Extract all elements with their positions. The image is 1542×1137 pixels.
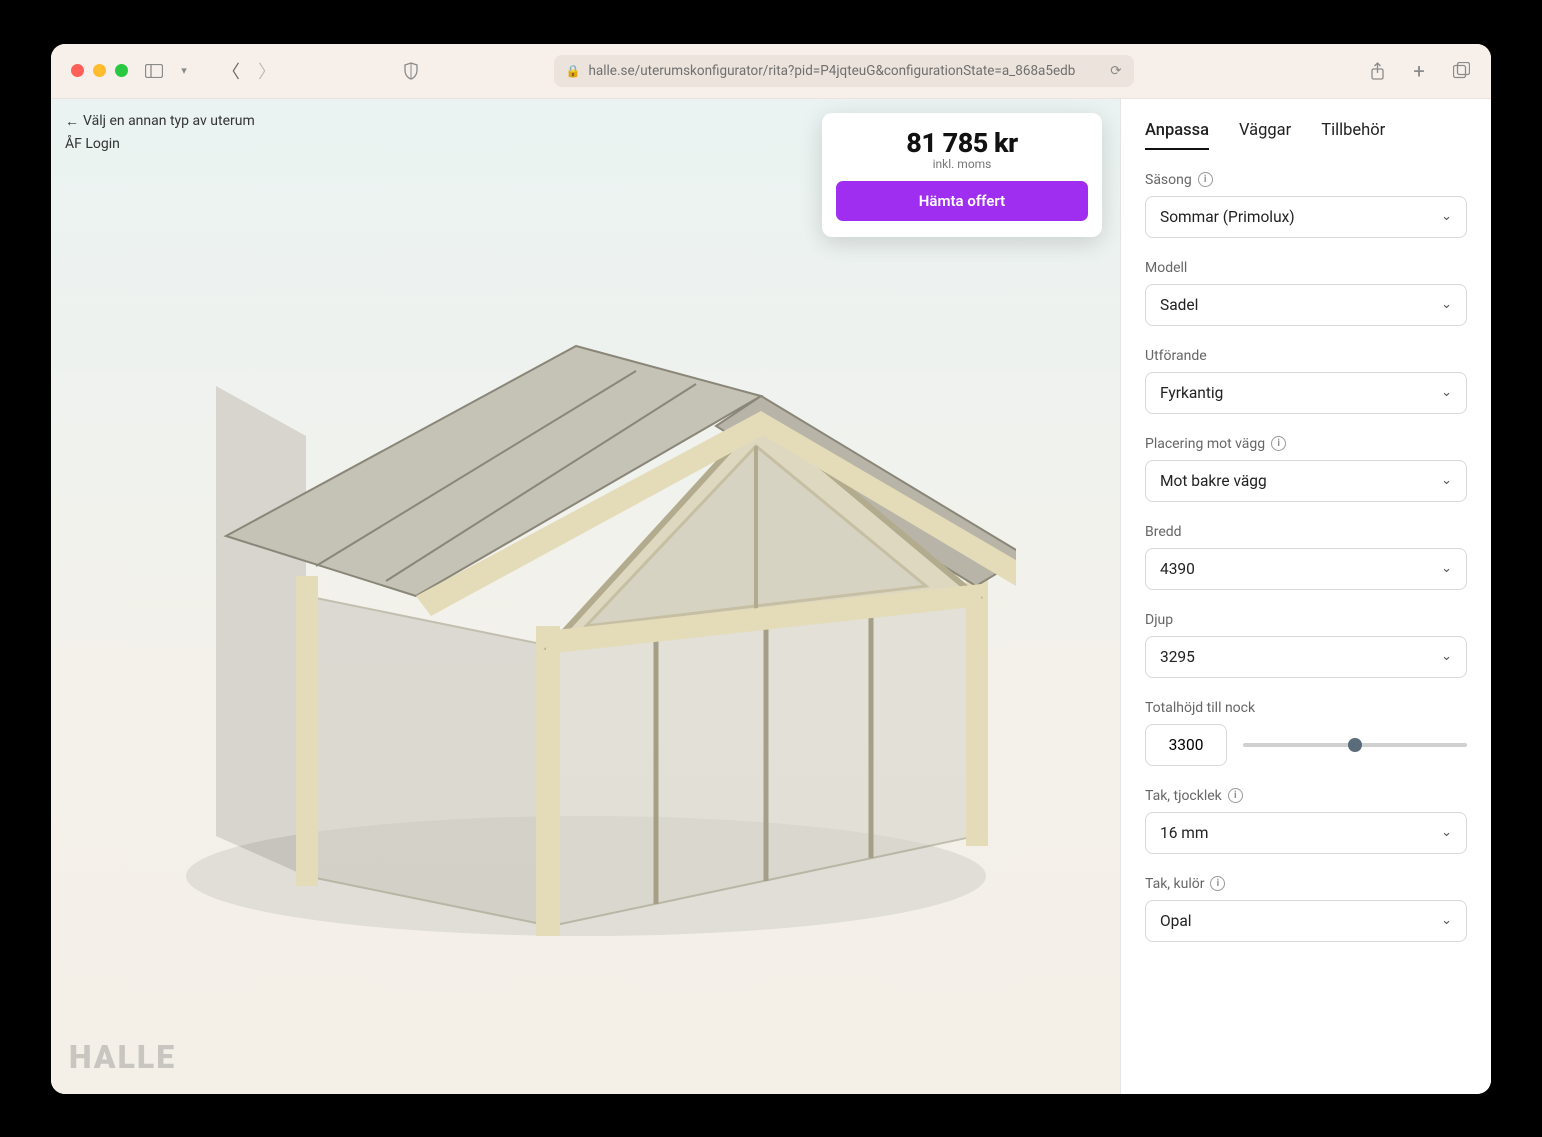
info-icon[interactable]: i xyxy=(1271,436,1286,451)
brand-logo: HALLE xyxy=(69,1038,176,1076)
roof-thickness-value: 16 mm xyxy=(1160,824,1208,842)
viewer-top-links: ← Välj en annan typ av uterum ÅF Login xyxy=(65,113,255,152)
url-text: halle.se/uterumskonfigurator/rita?pid=P4… xyxy=(588,63,1102,79)
season-select[interactable]: Sommar (Primolux) ⌄ xyxy=(1145,196,1467,238)
slider-thumb[interactable] xyxy=(1348,738,1362,752)
url-bar[interactable]: 🔒 halle.se/uterumskonfigurator/rita?pid=… xyxy=(554,55,1134,87)
placement-value: Mot bakre vägg xyxy=(1160,472,1267,490)
chevron-down-icon: ⌄ xyxy=(1441,561,1452,576)
width-select[interactable]: 4390 ⌄ xyxy=(1145,548,1467,590)
shield-icon[interactable] xyxy=(401,61,421,81)
chevron-down-icon[interactable]: ▾ xyxy=(174,61,194,81)
season-label: Säsong xyxy=(1145,172,1192,188)
field-design: Utförande Fyrkantig ⌄ xyxy=(1145,348,1467,414)
depth-select[interactable]: 3295 ⌄ xyxy=(1145,636,1467,678)
minimize-window-button[interactable] xyxy=(93,64,106,77)
placement-select[interactable]: Mot bakre vägg ⌄ xyxy=(1145,460,1467,502)
depth-value: 3295 xyxy=(1160,648,1195,666)
arrow-left-icon: ← xyxy=(65,113,79,130)
height-label: Totalhöjd till nock xyxy=(1145,700,1255,716)
roof-color-select[interactable]: Opal ⌄ xyxy=(1145,900,1467,942)
tab-walls[interactable]: Väggar xyxy=(1239,121,1291,150)
roof-thickness-label: Tak, tjocklek xyxy=(1145,788,1222,804)
info-icon[interactable]: i xyxy=(1210,876,1225,891)
field-roof-thickness: Tak, tjocklek i 16 mm ⌄ xyxy=(1145,788,1467,854)
config-panel: Anpassa Väggar Tillbehör Säsong i Sommar… xyxy=(1121,99,1491,1094)
sidebar-toggle-icon[interactable] xyxy=(144,61,164,81)
chevron-down-icon: ⌄ xyxy=(1441,385,1452,400)
lock-icon: 🔒 xyxy=(566,64,581,78)
house-3d-render xyxy=(156,276,1016,956)
traffic-lights xyxy=(71,64,128,77)
field-season: Säsong i Sommar (Primolux) ⌄ xyxy=(1145,172,1467,238)
field-roof-color: Tak, kulör i Opal ⌄ xyxy=(1145,876,1467,942)
tabs-overview-icon[interactable] xyxy=(1451,61,1471,81)
browser-window: ▾ 〈 〉 🔒 halle.se/uterumskonfigurator/rit… xyxy=(51,44,1491,1094)
height-input[interactable]: 3300 xyxy=(1145,724,1227,766)
get-quote-button[interactable]: Hämta offert xyxy=(836,181,1088,221)
chevron-down-icon: ⌄ xyxy=(1441,209,1452,224)
af-login-label: ÅF Login xyxy=(65,136,120,152)
back-link[interactable]: ← Välj en annan typ av uterum xyxy=(65,113,255,130)
content-area: ← Välj en annan typ av uterum ÅF Login 8… xyxy=(51,99,1491,1094)
width-label: Bredd xyxy=(1145,524,1182,540)
model-value: Sadel xyxy=(1160,296,1198,314)
roof-color-value: Opal xyxy=(1160,912,1192,930)
reload-icon[interactable]: ⟳ xyxy=(1110,63,1121,79)
maximize-window-button[interactable] xyxy=(115,64,128,77)
back-link-label: Välj en annan typ av uterum xyxy=(83,113,255,129)
tab-accessories[interactable]: Tillbehör xyxy=(1321,121,1385,150)
chevron-down-icon: ⌄ xyxy=(1441,473,1452,488)
field-model: Modell Sadel ⌄ xyxy=(1145,260,1467,326)
chevron-down-icon: ⌄ xyxy=(1441,649,1452,664)
design-value: Fyrkantig xyxy=(1160,384,1223,402)
new-tab-icon[interactable]: + xyxy=(1409,61,1429,81)
field-placement: Placering mot vägg i Mot bakre vägg ⌄ xyxy=(1145,436,1467,502)
config-tabs: Anpassa Väggar Tillbehör xyxy=(1145,121,1467,150)
placement-label: Placering mot vägg xyxy=(1145,436,1265,452)
model-select[interactable]: Sadel ⌄ xyxy=(1145,284,1467,326)
info-icon[interactable]: i xyxy=(1228,788,1243,803)
chevron-down-icon: ⌄ xyxy=(1441,913,1452,928)
info-icon[interactable]: i xyxy=(1198,172,1213,187)
depth-label: Djup xyxy=(1145,612,1173,628)
height-slider[interactable] xyxy=(1243,743,1467,747)
season-value: Sommar (Primolux) xyxy=(1160,208,1295,226)
share-icon[interactable] xyxy=(1367,61,1387,81)
af-login-link[interactable]: ÅF Login xyxy=(65,136,255,152)
chevron-down-icon: ⌄ xyxy=(1441,825,1452,840)
price-subtitle: inkl. moms xyxy=(836,157,1088,171)
price-value: 81 785 kr xyxy=(836,127,1088,159)
nav-back-button[interactable]: 〈 xyxy=(222,58,240,84)
close-window-button[interactable] xyxy=(71,64,84,77)
titlebar: ▾ 〈 〉 🔒 halle.se/uterumskonfigurator/rit… xyxy=(51,44,1491,99)
design-select[interactable]: Fyrkantig ⌄ xyxy=(1145,372,1467,414)
tab-customize[interactable]: Anpassa xyxy=(1145,121,1209,150)
roof-thickness-select[interactable]: 16 mm ⌄ xyxy=(1145,812,1467,854)
field-height: Totalhöjd till nock 3300 xyxy=(1145,700,1467,766)
price-card: 81 785 kr inkl. moms Hämta offert xyxy=(822,113,1102,237)
width-value: 4390 xyxy=(1160,560,1195,578)
height-value: 3300 xyxy=(1169,736,1204,754)
nav-forward-button: 〉 xyxy=(258,58,276,84)
chevron-down-icon: ⌄ xyxy=(1441,297,1452,312)
model-label: Modell xyxy=(1145,260,1187,276)
viewer-3d[interactable]: ← Välj en annan typ av uterum ÅF Login 8… xyxy=(51,99,1121,1094)
roof-color-label: Tak, kulör xyxy=(1145,876,1204,892)
design-label: Utförande xyxy=(1145,348,1207,364)
field-depth: Djup 3295 ⌄ xyxy=(1145,612,1467,678)
field-width: Bredd 4390 ⌄ xyxy=(1145,524,1467,590)
